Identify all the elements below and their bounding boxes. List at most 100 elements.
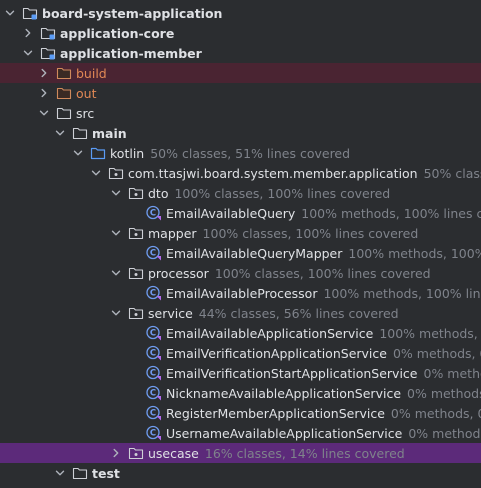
chevron-down-icon[interactable] (110, 307, 122, 319)
source-folder-icon (90, 145, 106, 161)
kotlin-class-icon (146, 385, 162, 401)
node-label: main (92, 125, 127, 141)
coverage-text: 44% classes, 56% lines covered (198, 305, 399, 321)
coverage-text: 100% classes, 100% lines covered (214, 265, 431, 281)
tree-node-service-file[interactable]: RegisterMemberApplicationService 0% meth… (0, 403, 481, 423)
tree-node-service-file[interactable]: EmailVerificationApplicationService 0% m… (0, 343, 481, 363)
tree-node-out[interactable]: out (0, 83, 481, 103)
node-label: EmailAvailableApplicationService (166, 325, 374, 341)
folder-icon (72, 125, 88, 141)
node-label: mapper (148, 225, 197, 241)
node-label: com.ttasjwi.board.system.member.applicat… (128, 165, 418, 181)
kotlin-class-icon (146, 325, 162, 341)
tree-node-service-file[interactable]: EmailAvailableApplicationService 100% me… (0, 323, 481, 343)
chevron-down-icon[interactable] (110, 187, 122, 199)
coverage-text: 0% methods, 0% lines covered (408, 425, 481, 441)
tree-node-service-file[interactable]: UsernameAvailableApplicationService 0% m… (0, 423, 481, 443)
kotlin-class-icon (146, 405, 162, 421)
node-label: kotlin (110, 145, 145, 161)
tree-node-email-available-processor[interactable]: EmailAvailableProcessor 100% methods, 10… (0, 283, 481, 303)
node-label: processor (148, 265, 209, 281)
package-icon (128, 445, 144, 461)
coverage-text: 50% classes, 51% lines covered (423, 165, 481, 181)
tree-node-service-file[interactable]: NicknameAvailableApplicationService 0% m… (0, 383, 481, 403)
tree-node-kotlin[interactable]: kotlin 50% classes, 51% lines covered (0, 143, 481, 163)
node-label: board-system-application (42, 5, 223, 21)
tree-node-src[interactable]: src (0, 103, 481, 123)
coverage-text: 0% methods, 0% lines covered (390, 405, 481, 421)
node-label: UsernameAvailableApplicationService (166, 425, 403, 441)
node-label: EmailAvailableQuery (166, 205, 296, 221)
kotlin-class-icon (146, 425, 162, 441)
chevron-down-icon[interactable] (72, 147, 84, 159)
node-label: dto (148, 185, 169, 201)
package-icon (108, 165, 124, 181)
chevron-down-icon[interactable] (4, 7, 16, 19)
tree-node-email-available-query-mapper[interactable]: EmailAvailableQueryMapper 100% methods, … (0, 243, 481, 263)
node-label: src (76, 105, 95, 121)
tree-node-service-file[interactable]: EmailVerificationStartApplicationService… (0, 363, 481, 383)
chevron-down-icon[interactable] (38, 107, 50, 119)
chevron-down-icon[interactable] (110, 227, 122, 239)
chevron-right-icon[interactable] (38, 67, 50, 79)
chevron-down-icon[interactable] (54, 127, 66, 139)
tree-node-service[interactable]: service 44% classes, 56% lines covered (0, 303, 481, 323)
kotlin-class-icon (146, 285, 162, 301)
node-label: RegisterMemberApplicationService (166, 405, 385, 421)
package-icon (128, 185, 144, 201)
coverage-text: 100% methods, 100% lines covered (348, 245, 481, 261)
coverage-text: 100% methods, 100% lines covered (301, 205, 481, 221)
chevron-down-icon[interactable] (90, 167, 102, 179)
node-label: build (76, 65, 107, 81)
coverage-text: 0% methods, 0% lines covered (423, 365, 481, 381)
package-icon (128, 225, 144, 241)
node-label: application-member (60, 45, 202, 61)
package-icon (128, 305, 144, 321)
coverage-text: 100% methods, 100% lines covered (323, 285, 481, 301)
module-folder-icon (22, 5, 38, 21)
chevron-right-icon[interactable] (22, 27, 34, 39)
node-label: EmailVerificationStartApplicationService (166, 365, 418, 381)
node-label: service (148, 305, 193, 321)
tree-node-dto[interactable]: dto 100% classes, 100% lines covered (0, 183, 481, 203)
tree-node-email-available-query[interactable]: EmailAvailableQuery 100% methods, 100% l… (0, 203, 481, 223)
node-label: test (92, 465, 120, 481)
kotlin-class-icon (146, 245, 162, 261)
chevron-right-icon[interactable] (110, 447, 122, 459)
tree-node-main[interactable]: main (0, 123, 481, 143)
tree-node-processor[interactable]: processor 100% classes, 100% lines cover… (0, 263, 481, 283)
node-label: EmailAvailableQueryMapper (166, 245, 343, 261)
coverage-text: 16% classes, 14% lines covered (204, 445, 405, 461)
tree-node-application-core[interactable]: application-core (0, 23, 481, 43)
chevron-down-icon[interactable] (54, 467, 66, 479)
coverage-text: 50% classes, 51% lines covered (150, 145, 351, 161)
tree-node-package[interactable]: com.ttasjwi.board.system.member.applicat… (0, 163, 481, 183)
node-label: NicknameAvailableApplicationService (166, 385, 402, 401)
node-label: application-core (60, 25, 175, 41)
coverage-text: 100% classes, 100% lines covered (174, 185, 391, 201)
kotlin-class-icon (146, 365, 162, 381)
chevron-right-icon[interactable] (38, 87, 50, 99)
node-label: out (76, 85, 97, 101)
node-label: usecase (148, 445, 199, 461)
coverage-text: 0% methods, 0% lines covered (392, 345, 481, 361)
node-label: EmailVerificationApplicationService (166, 345, 387, 361)
tree-node-board-system-application[interactable]: board-system-application (0, 3, 481, 23)
folder-icon (72, 465, 88, 481)
coverage-text: 0% methods, 0% lines covered (407, 385, 481, 401)
excluded-folder-icon (56, 65, 72, 81)
package-icon (128, 265, 144, 281)
tree-node-usecase[interactable]: usecase 16% classes, 14% lines covered (0, 443, 481, 463)
kotlin-class-icon (146, 205, 162, 221)
folder-icon (56, 105, 72, 121)
tree-node-mapper[interactable]: mapper 100% classes, 100% lines covered (0, 223, 481, 243)
coverage-text: 100% classes, 100% lines covered (202, 225, 419, 241)
chevron-down-icon[interactable] (110, 267, 122, 279)
tree-node-test[interactable]: test (0, 463, 481, 483)
chevron-down-icon[interactable] (22, 47, 34, 59)
tree-node-build[interactable]: build (0, 63, 481, 83)
coverage-text: 100% methods, 100% lines covered (379, 325, 481, 341)
node-label: EmailAvailableProcessor (166, 285, 318, 301)
module-folder-icon (40, 25, 56, 41)
tree-node-application-member[interactable]: application-member (0, 43, 481, 63)
